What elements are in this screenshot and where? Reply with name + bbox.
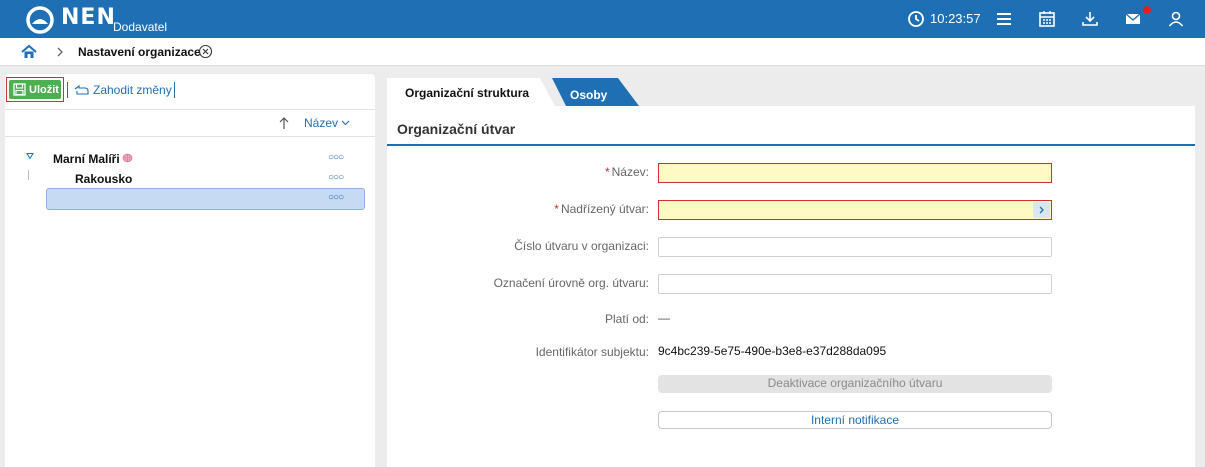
close-icon[interactable]	[198, 44, 213, 59]
tab-osoby[interactable]: Osoby	[548, 78, 640, 106]
save-icon	[13, 83, 26, 96]
chevron-right-icon	[1039, 206, 1044, 214]
breadcrumb: Nastavení organizace	[0, 38, 1205, 66]
section-title: Organizační útvar	[397, 121, 516, 137]
arrow-up-icon[interactable]	[278, 116, 290, 130]
mail-icon[interactable]	[1123, 9, 1143, 29]
breadcrumb-current: Nastavení organizace	[78, 45, 201, 59]
notification-badge	[1143, 6, 1151, 14]
chevron-down-icon	[341, 120, 350, 126]
org-unit-detail-panel: Organizační útvar * Název: * Nadřízený útv…	[387, 106, 1195, 467]
tree-item[interactable]: Marní Malíři ○○○	[5, 148, 375, 168]
deactivate-unit-button[interactable]: Deaktivace organizačního útvaru	[658, 375, 1052, 393]
cislo-utvaru-label: Číslo útvaru v organizaci:	[514, 239, 649, 253]
identifikator-value: 9c4bc239-5e75-490e-b3e8-e37d288da095	[658, 344, 887, 358]
menu-icon[interactable]	[994, 9, 1014, 29]
cislo-utvaru-input[interactable]	[658, 237, 1052, 257]
save-button-label: Uložit	[29, 83, 59, 96]
user-icon[interactable]	[1166, 9, 1186, 29]
plati-od-label: Platí od:	[604, 312, 649, 326]
org-tree-panel: Uložit Zahodit změny Název Marní Malíři …	[5, 74, 375, 467]
oznaceni-urovne-label: Označení úrovně org. útvaru:	[493, 276, 649, 290]
brain-icon	[122, 153, 133, 163]
more-options-icon[interactable]: ○○○	[328, 192, 344, 203]
clock-icon	[908, 11, 924, 27]
plati-od-value: —	[658, 311, 670, 325]
brand-title: NEN	[61, 5, 116, 30]
tree-item[interactable]: Rakousko ○○○	[5, 168, 375, 188]
nazev-label: * Název:	[604, 165, 649, 179]
home-icon[interactable]	[21, 44, 37, 60]
sort-label: Název	[304, 116, 339, 130]
toolbar-divider	[67, 82, 68, 98]
download-icon[interactable]	[1080, 9, 1100, 29]
undo-icon	[74, 84, 89, 95]
discard-changes-label: Zahodit změny	[93, 83, 172, 97]
top-bar: NEN Dodavatel 10:23:57	[0, 0, 1205, 38]
nadrizeny-utvar-input[interactable]	[658, 200, 1052, 220]
discard-changes-button[interactable]: Zahodit změny	[74, 83, 172, 97]
tree-sort-bar: Název	[5, 109, 375, 137]
calendar-icon[interactable]	[1037, 9, 1057, 29]
tree-connector	[28, 170, 29, 180]
picker-button[interactable]	[1033, 202, 1050, 218]
nazev-input[interactable]	[658, 163, 1052, 183]
chevron-right-icon	[57, 47, 63, 57]
tree-item-selected[interactable]: ○○○	[46, 188, 365, 210]
session-clock: 10:23:57	[930, 11, 981, 26]
tab-label: Organizační struktura	[405, 86, 530, 100]
sort-by-name-button[interactable]: Název	[304, 116, 350, 130]
more-options-icon[interactable]: ○○○	[328, 152, 344, 163]
internal-notifications-button[interactable]: Interní notifikace	[658, 411, 1052, 429]
tab-label: Osoby	[570, 88, 608, 102]
tree-item-label: Marní Malíři	[53, 152, 120, 166]
nadrizeny-utvar-label: * Nadřízený útvar:	[554, 202, 649, 216]
save-button[interactable]: Uložit	[6, 77, 64, 102]
expanded-triangle-icon[interactable]	[26, 152, 34, 160]
brand-subtitle: Dodavatel	[113, 20, 168, 34]
identifikator-label: Identifikátor subjektu:	[535, 345, 649, 359]
tree-item-label: Rakousko	[75, 172, 133, 186]
section-divider	[387, 144, 1195, 146]
more-options-icon[interactable]: ○○○	[328, 172, 344, 183]
oznaceni-urovne-input[interactable]	[658, 274, 1052, 294]
toolbar-divider	[174, 82, 175, 98]
nen-logo-icon	[26, 6, 54, 34]
tab-organizacni-struktura[interactable]: Organizační struktura	[387, 78, 557, 106]
